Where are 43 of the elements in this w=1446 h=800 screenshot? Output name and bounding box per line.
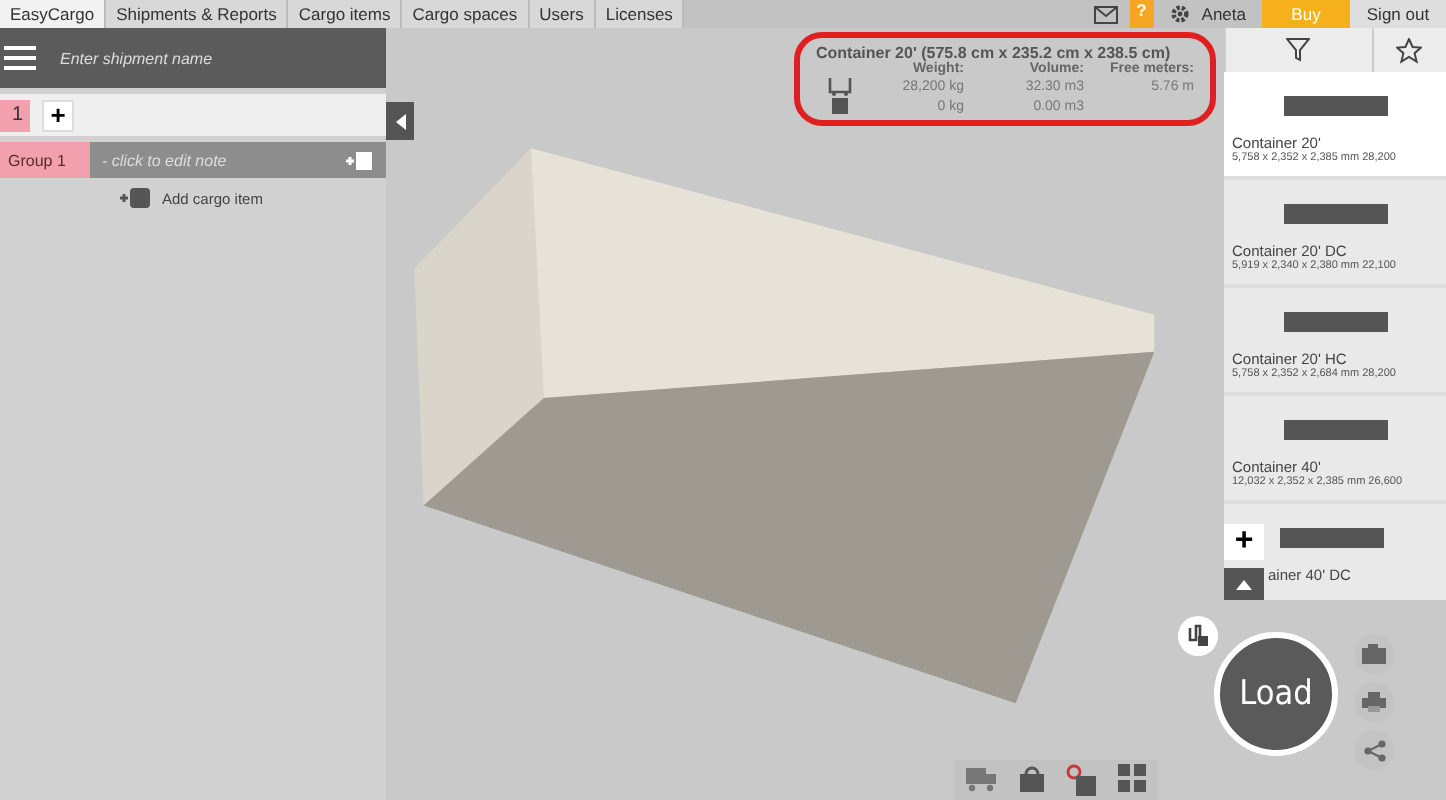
container-title: Container 20' (575.8 cm x 235.2 cm x 238.5 cm) (816, 44, 1173, 62)
filter-icon (1286, 38, 1311, 62)
add-box-icon[interactable] (346, 149, 374, 171)
collapse-panel-button[interactable] (386, 102, 414, 140)
group-tab[interactable]: 1 (0, 99, 30, 131)
layout-icon[interactable] (1118, 764, 1146, 792)
up-arrow-icon (1236, 579, 1252, 589)
weight-icon[interactable] (1018, 764, 1046, 792)
user-name[interactable]: Aneta (1201, 4, 1246, 24)
add-group-button[interactable]: + (42, 99, 74, 131)
nav-tab[interactable]: Cargo spaces (402, 0, 530, 28)
menu-icon[interactable] (4, 46, 36, 70)
nav-tab[interactable]: EasyCargo (0, 0, 107, 28)
favorites-button[interactable] (1371, 28, 1446, 72)
box-icon[interactable] (1066, 764, 1098, 796)
nav-tab[interactable]: Users (529, 0, 596, 28)
camera-icon (1362, 644, 1386, 664)
scroll-up-button[interactable] (1224, 568, 1264, 600)
container-thumbnail (1279, 528, 1383, 548)
shipment-name-field[interactable]: Enter shipment name (56, 47, 364, 69)
truck-icon[interactable] (966, 764, 998, 792)
mail-icon[interactable] (1093, 5, 1118, 23)
container-thumbnail (1283, 96, 1387, 116)
add-box-icon[interactable] (120, 186, 152, 210)
sign-out-button[interactable]: Sign out (1350, 0, 1446, 28)
printer-icon (1362, 692, 1386, 712)
nav-tab[interactable]: Licenses (595, 0, 685, 28)
nav-tab[interactable]: Cargo items (288, 0, 403, 28)
container-thumbnail (1283, 420, 1387, 440)
add-cargo-space-button[interactable]: + (1224, 524, 1264, 560)
star-icon (1396, 37, 1423, 63)
group-name[interactable]: Group 1 (0, 142, 90, 178)
cart-icon (828, 78, 852, 96)
filter-button[interactable] (1224, 28, 1372, 72)
move-button[interactable] (1178, 616, 1218, 656)
settings-icon[interactable] (1169, 4, 1190, 24)
box-icon (832, 98, 848, 114)
nav-tab[interactable]: Shipments & Reports (106, 0, 289, 28)
collapse-arrow-icon (395, 113, 405, 129)
container-thumbnail (1283, 312, 1387, 332)
share-icon (1363, 739, 1385, 761)
container-thumbnail (1283, 204, 1387, 224)
hand-box-icon (1186, 624, 1210, 648)
